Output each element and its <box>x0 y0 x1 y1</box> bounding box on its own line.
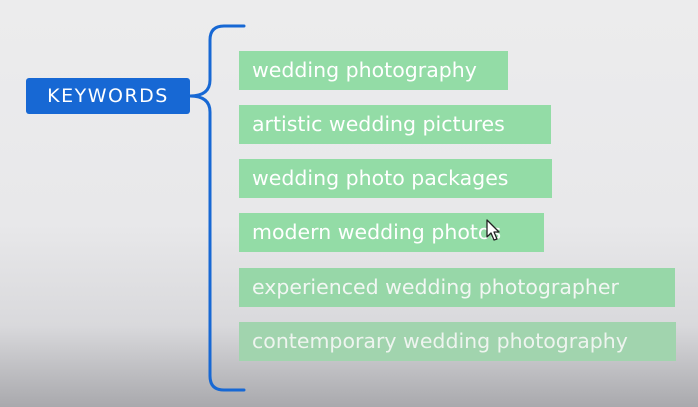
keyword-chip-5: experienced wedding photographer <box>239 268 675 307</box>
keywords-root-label: KEYWORDS <box>26 78 190 114</box>
keywords-root-text: KEYWORDS <box>47 85 169 107</box>
keyword-chip-text: wedding photo packages <box>252 166 509 190</box>
keyword-chip-3: wedding photo packages <box>239 159 552 198</box>
keyword-chip-2: artistic wedding pictures <box>239 105 551 144</box>
keyword-chip-6: contemporary wedding photography <box>239 322 676 361</box>
keyword-chip-text: contemporary wedding photography <box>252 329 628 353</box>
mouse-pointer-icon <box>486 219 500 241</box>
keyword-chip-text: modern wedding photos <box>252 220 502 244</box>
keyword-chip-text: experienced wedding photographer <box>252 275 619 299</box>
slide-canvas: KEYWORDS wedding photography artistic we… <box>0 0 698 407</box>
keyword-chip-text: wedding photography <box>252 58 477 82</box>
keyword-chip-1: wedding photography <box>239 51 508 90</box>
keyword-chip-text: artistic wedding pictures <box>252 112 505 136</box>
